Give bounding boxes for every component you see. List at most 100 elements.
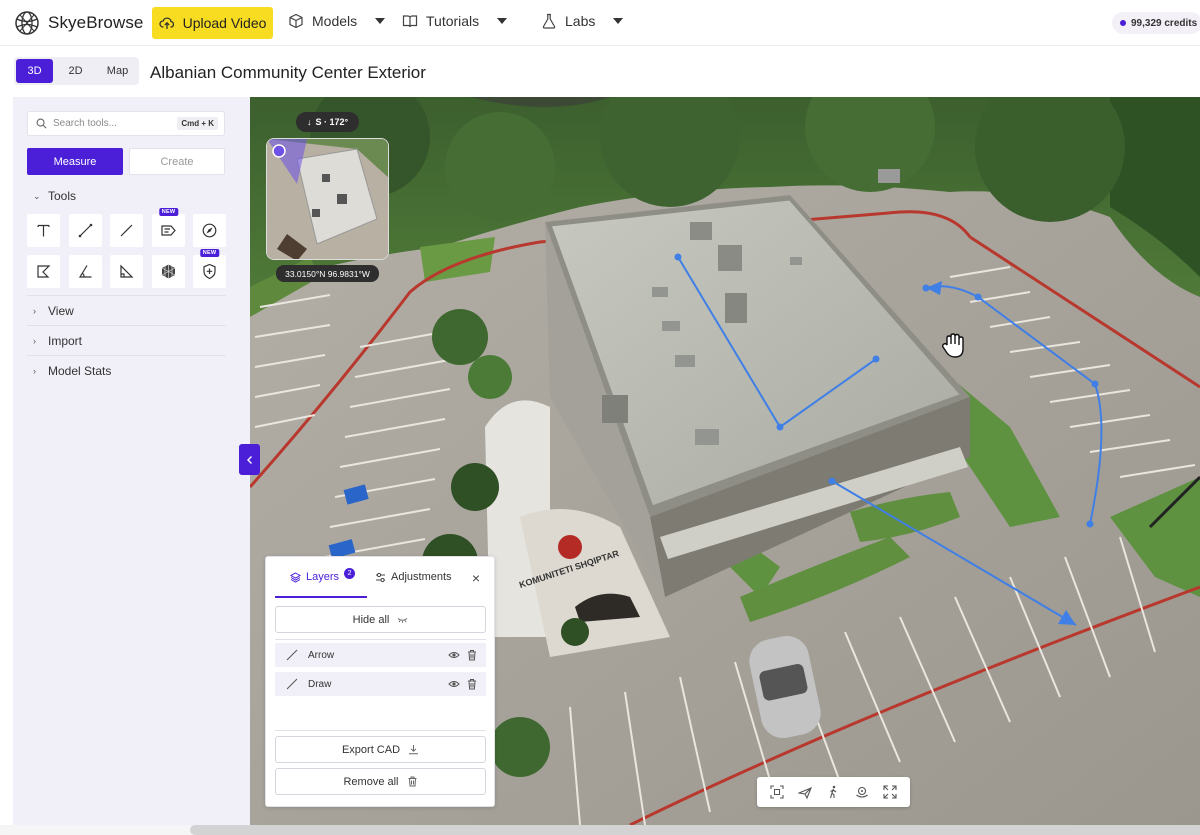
search-tools: Cmd + K xyxy=(27,111,225,136)
credits-badge[interactable]: 99,329 credits xyxy=(1112,12,1200,34)
download-icon xyxy=(409,745,419,755)
view-mode-2d[interactable]: 2D xyxy=(57,59,94,83)
section-view[interactable]: › View xyxy=(33,304,74,318)
chevron-right-icon: › xyxy=(33,306,36,316)
create-tab[interactable]: Create xyxy=(129,148,225,175)
coordinates-readout: 33.0150°N 96.9831°W xyxy=(276,265,379,282)
orbit-target-icon[interactable] xyxy=(855,785,869,799)
app-window: SkyeBrowse Upload Video Models Tutorials xyxy=(0,0,1200,835)
search-input[interactable] xyxy=(53,118,173,129)
volume-tool[interactable] xyxy=(152,255,185,288)
divider xyxy=(27,325,226,326)
compass-heading[interactable]: ↓ S · 172° xyxy=(296,112,359,132)
eye-icon[interactable] xyxy=(448,678,460,690)
height-tool[interactable] xyxy=(110,255,143,288)
nav-tutorials[interactable]: Tutorials xyxy=(402,13,508,29)
export-cad-button[interactable]: Export CAD xyxy=(275,736,486,763)
close-icon[interactable]: × xyxy=(472,571,480,585)
credits-dot-icon xyxy=(1120,20,1126,26)
shield-plus-icon xyxy=(203,263,216,280)
layers-panel: Layers 2 Adjustments × Hide all Arrow Dr… xyxy=(265,556,495,807)
divider xyxy=(275,639,486,640)
section-tools[interactable]: ⌄ Tools xyxy=(33,189,76,203)
minimap[interactable] xyxy=(266,138,389,260)
trash-icon[interactable] xyxy=(466,678,478,690)
sliders-adjust-icon xyxy=(376,572,385,582)
section-import[interactable]: › Import xyxy=(33,334,82,348)
remove-all-button[interactable]: Remove all xyxy=(275,768,486,795)
logo[interactable]: SkyeBrowse xyxy=(14,10,143,36)
navigate-tool[interactable] xyxy=(193,214,226,247)
remove-all-label: Remove all xyxy=(343,775,399,788)
section-model-stats[interactable]: › Model Stats xyxy=(33,364,111,378)
line-icon xyxy=(120,224,133,237)
adjustments-tab-label: Adjustments xyxy=(391,571,452,583)
minimap-render xyxy=(267,139,388,259)
measure-tab[interactable]: Measure xyxy=(27,148,123,175)
area-tool[interactable] xyxy=(27,255,60,288)
divider xyxy=(27,295,226,296)
search-icon xyxy=(36,118,47,129)
eye-icon[interactable] xyxy=(448,649,460,661)
chevron-left-icon xyxy=(246,455,252,464)
model-title: Albanian Community Center Exterior xyxy=(150,63,426,82)
top-navigation-bar: SkyeBrowse Upload Video Models Tutorials xyxy=(0,0,1200,46)
fullscreen-icon[interactable] xyxy=(883,785,897,799)
text-icon xyxy=(37,224,50,237)
view-mode-switcher: 3D 2D Map xyxy=(14,57,139,85)
nav-labs[interactable]: Labs xyxy=(541,13,624,29)
focus-frame-icon[interactable] xyxy=(770,785,784,799)
viewport-toolbar xyxy=(757,777,910,807)
flask-icon xyxy=(542,13,556,29)
distance-line-icon xyxy=(78,223,93,238)
credits-count: 99,329 credits xyxy=(1131,17,1198,29)
walk-person-icon[interactable] xyxy=(826,785,840,799)
chevron-right-icon: › xyxy=(33,336,36,346)
upload-video-label: Upload Video xyxy=(182,15,267,31)
chevron-down-icon xyxy=(613,18,624,24)
label-tool[interactable]: NEW xyxy=(152,208,185,247)
new-badge: NEW xyxy=(158,208,179,216)
angle-tool[interactable] xyxy=(69,255,102,288)
layers-tab[interactable]: Layers 2 xyxy=(290,567,356,583)
hide-all-button[interactable]: Hide all xyxy=(275,606,486,633)
angle-icon xyxy=(78,265,92,278)
tools-sidebar: Cmd + K Measure Create ⌄ Tools NEW xyxy=(13,97,250,825)
polygon-area-icon xyxy=(37,265,51,278)
text-tool[interactable] xyxy=(27,214,60,247)
new-badge: NEW xyxy=(199,249,220,257)
chevron-down-icon xyxy=(375,18,386,24)
section-model-stats-label: Model Stats xyxy=(48,364,112,378)
view-mode-3d[interactable]: 3D xyxy=(16,59,53,83)
layer-row-arrow[interactable]: Arrow xyxy=(275,643,486,667)
nav-models-label: Models xyxy=(312,13,358,29)
compass-heading-text: S · 172° xyxy=(315,117,349,127)
section-view-label: View xyxy=(48,304,74,318)
distance-tool[interactable] xyxy=(69,214,102,247)
globe-logo-icon xyxy=(15,11,39,35)
compass-navigate-icon xyxy=(202,223,217,238)
trash-icon[interactable] xyxy=(466,649,478,661)
chevron-right-icon: › xyxy=(33,366,36,376)
sidebar-collapse-button[interactable] xyxy=(239,444,260,475)
tag-label-icon xyxy=(161,225,176,236)
nav-models[interactable]: Models xyxy=(288,13,386,29)
adjustments-tab[interactable]: Adjustments xyxy=(375,571,452,583)
shield-tool[interactable]: NEW xyxy=(193,249,226,288)
line-tool[interactable] xyxy=(110,214,143,247)
chevron-down-icon: ⌄ xyxy=(33,190,41,201)
horizontal-scrollbar[interactable] xyxy=(190,825,1200,835)
grab-hand-cursor-icon xyxy=(941,333,964,358)
upload-video-button[interactable]: Upload Video xyxy=(152,7,273,39)
layer-row-draw[interactable]: Draw xyxy=(275,672,486,696)
south-arrow-icon: ↓ xyxy=(306,117,312,127)
view-mode-map[interactable]: Map xyxy=(98,59,137,83)
trash-icon xyxy=(408,776,417,787)
layers-count-badge: 2 xyxy=(344,567,356,579)
cloud-upload-icon xyxy=(158,17,174,29)
hide-all-label: Hide all xyxy=(352,613,390,626)
layers-stack-icon xyxy=(290,571,301,583)
view-bar: 3D 2D Map Albanian Community Center Exte… xyxy=(0,47,1200,96)
drone-fly-icon[interactable] xyxy=(798,785,813,799)
layer-name: Draw xyxy=(308,678,332,690)
